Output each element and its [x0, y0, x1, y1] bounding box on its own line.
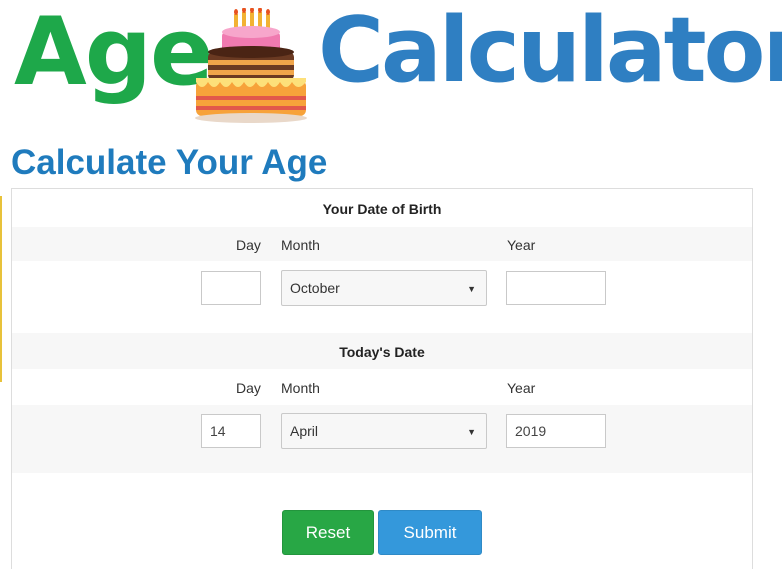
today-inputs-row: 14 April ▼ 2019: [12, 405, 752, 473]
dropdown-caret-icon: ▼: [467, 284, 476, 294]
birthday-cake-icon: [195, 8, 307, 123]
today-labels-row: Day Month Year: [12, 369, 752, 405]
left-accent-bar: [0, 196, 2, 382]
birth-day-input[interactable]: [201, 271, 261, 305]
reset-button[interactable]: Reset: [282, 510, 374, 555]
logo-word-age: Age: [14, 0, 214, 107]
age-calculator-form: Your Date of Birth Day Month Year Octobe…: [11, 188, 753, 569]
today-month-select[interactable]: April ▼: [281, 413, 487, 449]
today-year-label: Year: [507, 380, 536, 396]
submit-button[interactable]: Submit: [378, 510, 482, 555]
logo-word-calculator: Calculator: [318, 0, 782, 103]
today-month-label: Month: [281, 380, 320, 396]
today-section-title: Today's Date: [339, 344, 425, 360]
dropdown-caret-icon: ▼: [467, 427, 476, 437]
birth-day-label: Day: [236, 237, 261, 253]
birth-month-select[interactable]: October ▼: [281, 270, 487, 306]
birth-labels-row: Day Month Year: [12, 227, 752, 261]
today-day-label: Day: [236, 380, 261, 396]
birth-year-input[interactable]: [506, 271, 606, 305]
site-logo: Age Calculator: [0, 0, 782, 130]
birth-inputs-row: October ▼: [12, 261, 752, 333]
today-month-value: April: [290, 423, 319, 439]
today-year-input[interactable]: 2019: [506, 414, 606, 448]
birth-month-value: October: [290, 280, 340, 296]
page-title: Calculate Your Age: [11, 143, 328, 182]
birth-year-label: Year: [507, 237, 536, 253]
birth-month-label: Month: [281, 237, 320, 253]
today-day-input[interactable]: 14: [201, 414, 261, 448]
birth-section-title: Your Date of Birth: [322, 201, 442, 217]
today-title-row: Today's Date: [12, 333, 752, 369]
